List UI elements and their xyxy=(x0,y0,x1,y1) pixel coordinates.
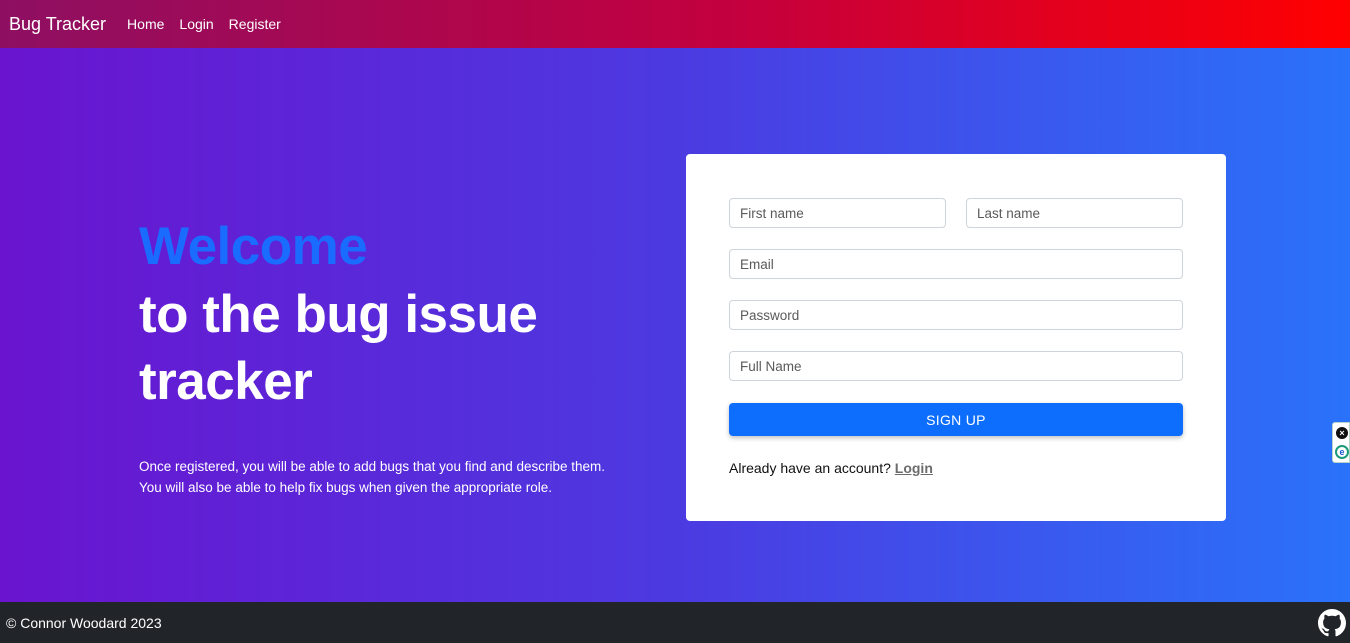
description-line-1: Once registered, you will be able to add… xyxy=(139,459,606,474)
nav-register-link[interactable]: Register xyxy=(229,16,281,32)
hero-headline: Welcome to the bug issue tracker xyxy=(139,215,659,415)
email-input[interactable] xyxy=(729,249,1183,279)
footer: © Connor Woodard 2023 xyxy=(0,602,1350,643)
headline-line-1: to the bug issue xyxy=(139,285,538,344)
first-name-input[interactable] xyxy=(729,198,946,228)
nav-home-link[interactable]: Home xyxy=(127,16,164,32)
close-icon[interactable]: × xyxy=(1336,427,1348,439)
brand-link[interactable]: Bug Tracker xyxy=(9,14,106,35)
copyright-text: © Connor Woodard 2023 xyxy=(6,614,162,631)
headline-line-2: tracker xyxy=(139,352,313,411)
nav-login-link[interactable]: Login xyxy=(179,16,213,32)
signup-card: SIGN UP Already have an account? Login xyxy=(686,154,1226,521)
full-name-input[interactable] xyxy=(729,351,1183,381)
login-link[interactable]: Login xyxy=(895,460,933,476)
side-extension-widget: × e xyxy=(1332,422,1350,463)
github-icon[interactable] xyxy=(1318,609,1346,637)
welcome-heading: Welcome xyxy=(139,217,368,276)
password-input[interactable] xyxy=(729,300,1183,330)
login-prompt: Already have an account? Login xyxy=(729,460,933,476)
extension-icon[interactable]: e xyxy=(1335,445,1349,459)
navbar: Bug Tracker Home Login Register xyxy=(0,0,1350,48)
description-line-2: You will also be able to help fix bugs w… xyxy=(139,480,553,495)
last-name-input[interactable] xyxy=(966,198,1183,228)
login-prompt-text: Already have an account? xyxy=(729,460,891,476)
sign-up-button[interactable]: SIGN UP xyxy=(729,403,1183,436)
hero-description: Once registered, you will be able to add… xyxy=(139,456,659,498)
